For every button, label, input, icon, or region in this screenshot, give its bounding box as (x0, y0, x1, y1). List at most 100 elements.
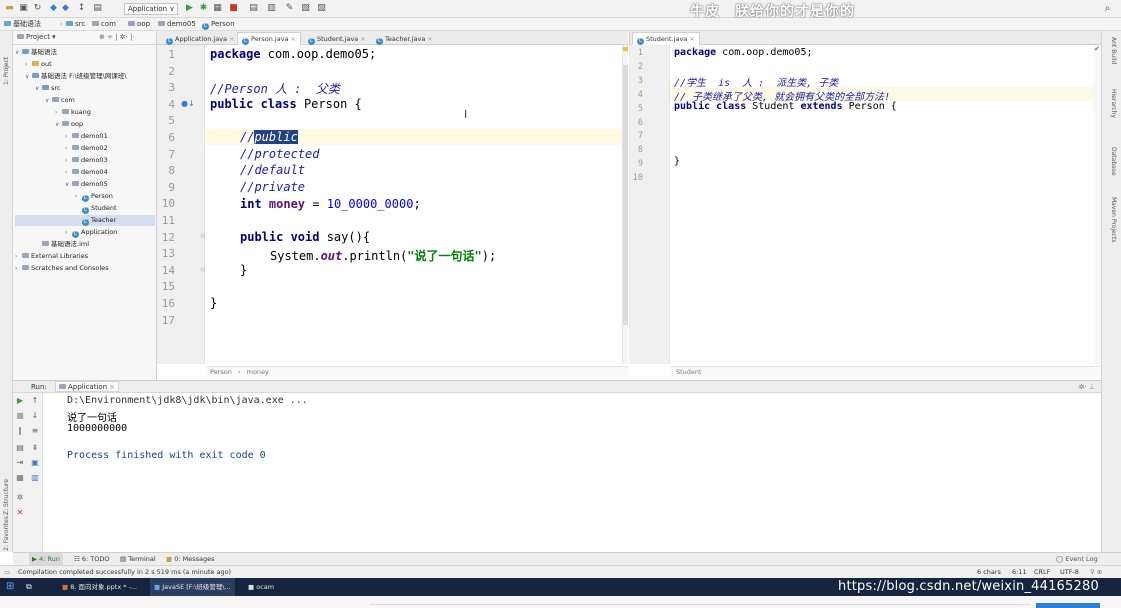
close-icon[interactable]: × (109, 383, 115, 391)
status-toggle-icon[interactable]: ▭ (4, 566, 10, 578)
person-scrollbar[interactable] (622, 45, 628, 364)
tree-item[interactable]: › demo04 (15, 167, 155, 178)
project-structure-icon[interactable]: ✎ (284, 3, 295, 14)
status-caret-position[interactable]: 6:11 (1012, 566, 1027, 578)
status-encoding[interactable]: UTF-8 (1060, 566, 1079, 578)
coverage-icon[interactable]: ▦ (212, 3, 223, 14)
person-code-area[interactable]: package com.oop.demo05; //Person 人 : 父类 … (206, 45, 622, 364)
tree-item[interactable]: 基础语法.iml (15, 239, 155, 250)
rerun-icon[interactable]: ▶ (15, 396, 25, 406)
chevron-down-icon[interactable]: ∨ (15, 47, 22, 58)
panel-settings-icon[interactable]: ⊕ ÷ | ✲· |· (99, 31, 135, 44)
tree-item[interactable]: ∨ demo05 (15, 179, 155, 190)
run-tab-application[interactable]: Application × (55, 381, 119, 392)
sdk-icon[interactable]: ▥ (266, 3, 277, 14)
override-marker-icon[interactable]: ●↓ (181, 99, 195, 108)
lock-icon[interactable]: ⚲ ⊕ (1090, 566, 1102, 578)
structure-icon[interactable]: ▤ (92, 3, 103, 14)
hierarchy-tool-button[interactable]: Hierarchy (1110, 89, 1117, 118)
tree-item[interactable]: › C Person (15, 191, 155, 202)
pause-icon[interactable]: ∥ (15, 426, 25, 436)
chevron-right-icon[interactable]: › (75, 191, 82, 202)
fold-marker-icon[interactable]: ⊖ (200, 266, 206, 274)
back-icon[interactable]: ◆ (48, 3, 59, 14)
exit-icon[interactable]: ⇥ (15, 458, 25, 468)
tab-student-java-right[interactable]: C Student.java × (632, 32, 700, 45)
tab-person-java[interactable]: C Person.java × (237, 32, 301, 45)
run-icon[interactable]: ▶ (184, 3, 195, 14)
tree-item[interactable]: › Scratches and Consoles (15, 263, 155, 274)
structure-tool-button[interactable]: Z: Structure (3, 479, 10, 515)
search-everywhere-small-icon[interactable]: ▨ (316, 3, 327, 14)
tab-teacher-java[interactable]: C Teacher.java × (371, 32, 438, 45)
chevron-down-icon[interactable]: ∨ (55, 119, 62, 130)
windows-start-icon[interactable]: ⊞ (2, 578, 18, 596)
crumb-src[interactable]: src (66, 18, 85, 30)
run-configuration-select[interactable]: Application ∨ (124, 3, 179, 15)
status-message[interactable]: Compilation completed successfully in 2 … (18, 566, 231, 578)
scroll-end-icon[interactable]: ⇟ (30, 443, 40, 453)
favorites-tool-button[interactable]: 2: Favorites (3, 516, 10, 551)
tree-item[interactable]: ∨ 基础语法 (15, 47, 155, 58)
warning-marker[interactable] (623, 47, 628, 51)
close-icon[interactable]: ✕ (15, 508, 25, 518)
build-icon[interactable]: ↕ (76, 3, 87, 14)
tree-item[interactable]: › C Application (15, 227, 155, 238)
stop-icon[interactable]: ■ (228, 3, 239, 14)
close-icon[interactable]: × (427, 35, 432, 43)
tool-tab-terminal[interactable]: ▤ Terminal (117, 553, 159, 565)
ant-build-tool-button[interactable]: Ant Build (1110, 37, 1117, 64)
tree-item[interactable]: ∨ 基础语法 F:\班级管理\网课班\ (15, 71, 155, 82)
chevron-right-icon[interactable]: › (65, 131, 72, 142)
forward-icon[interactable]: ◆ (60, 3, 71, 14)
soft-wrap-icon[interactable]: ≡ (30, 426, 40, 436)
project-view-select[interactable]: Project ▾ (17, 31, 56, 44)
tasks-icon[interactable]: ▧ (300, 3, 311, 14)
chevron-right-icon[interactable]: › (65, 155, 72, 166)
vcs-icon[interactable]: ▤ (248, 3, 259, 14)
maven-tool-button[interactable]: Maven Projects (1110, 197, 1117, 242)
tab-student-java[interactable]: C Student.java × (303, 32, 371, 45)
tree-item[interactable]: › demo03 (15, 155, 155, 166)
down-icon[interactable]: ↓ (30, 411, 40, 421)
student-scrollbar[interactable]: ✔ (1094, 45, 1101, 364)
tree-item[interactable]: › demo02 (15, 143, 155, 154)
tree-item[interactable]: ∨ com (15, 95, 155, 106)
close-icon[interactable]: × (360, 35, 365, 43)
pin-icon[interactable]: ✲ (15, 493, 25, 503)
event-log-button[interactable]: ◯ Event Log (1053, 553, 1101, 565)
tool-tab-messages[interactable]: ■ 0: Messages (163, 553, 218, 565)
taskbar-item-ocam[interactable]: ■ ocam (244, 578, 278, 596)
tool-tab-run[interactable]: ▶ 4: Run (29, 553, 63, 565)
sync-icon[interactable]: ↻ (32, 3, 43, 14)
chevron-down-icon[interactable]: ∨ (65, 179, 72, 190)
tab-application-java[interactable]: C Application.java × (161, 32, 239, 45)
chevron-right-icon[interactable]: › (25, 59, 32, 70)
chevron-down-icon[interactable]: ∨ (45, 95, 52, 106)
search-icon[interactable]: ⌕ (1102, 3, 1113, 14)
chevron-right-icon[interactable]: › (65, 227, 72, 238)
taskbar-item-pptx[interactable]: ■ 8. 面向对象.pptx * -... (58, 578, 141, 596)
tree-item[interactable]: ∨ src (15, 83, 155, 94)
tree-item[interactable]: › External Libraries (15, 251, 155, 262)
project-tool-button[interactable]: 1: Project (3, 57, 10, 85)
close-icon[interactable]: × (291, 35, 296, 43)
trash-icon[interactable]: ▥ (30, 473, 40, 483)
taskbar-item-intellij[interactable]: ■ JavaSE [F:\班级管理\... (150, 578, 235, 596)
layout-icon[interactable]: ▦ (15, 473, 25, 483)
crumb-demo05[interactable]: demo05 (158, 18, 196, 30)
chevron-down-icon[interactable]: ∨ (35, 83, 42, 94)
open-folder-icon[interactable]: ▬ (4, 3, 15, 14)
close-icon[interactable]: × (229, 35, 234, 43)
crumb-module[interactable]: 基础语法 (4, 18, 41, 30)
up-icon[interactable]: ↑ (30, 396, 40, 406)
crumb-person[interactable]: C Person (202, 18, 235, 30)
task-view-icon[interactable]: ⧉ (22, 578, 36, 596)
dump-icon[interactable]: ▤ (15, 443, 25, 453)
chevron-right-icon[interactable]: › (15, 263, 22, 274)
tree-item[interactable]: › demo01 (15, 131, 155, 142)
crumb-com[interactable]: com (92, 18, 116, 30)
status-line-separator[interactable]: CRLF (1034, 566, 1050, 578)
print-icon[interactable]: ▣ (30, 458, 40, 468)
scroll-thumb[interactable] (623, 65, 628, 325)
